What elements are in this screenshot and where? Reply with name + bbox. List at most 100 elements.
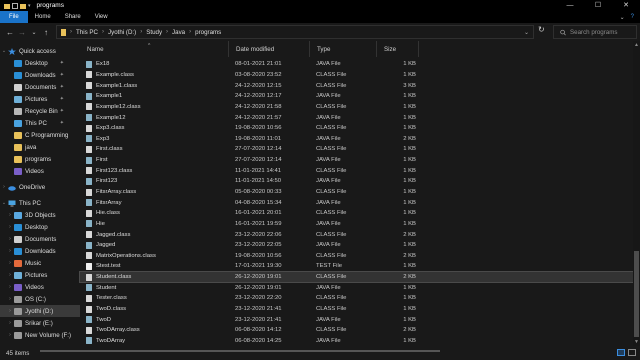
table-row[interactable]: First123 11-01-2021 14:50 JAVA File 1 KB [80,176,640,187]
chevron-right-icon[interactable]: › [102,29,104,35]
table-row[interactable]: Student 26-12-2020 19:01 JAVA File 1 KB [80,282,640,293]
table-row[interactable]: Example12 24-12-2020 21:57 JAVA File 1 KB [80,112,640,123]
breadcrumb-programs[interactable]: programs [195,29,221,36]
chevron-right-icon[interactable]: › [6,260,14,266]
chevron-right-icon[interactable]: › [6,284,14,290]
chevron-down-icon[interactable]: ⌄ [0,48,8,54]
file-name-cell[interactable]: FitsrArray [80,199,229,207]
file-name-cell[interactable]: First.class [80,145,229,153]
file-name-cell[interactable]: Hie [80,220,229,228]
chevron-right-icon[interactable]: › [6,248,14,254]
table-row[interactable]: Student.class 26-12-2020 19:01 CLASS File 2… [79,270,640,284]
recent-locations-button[interactable]: ⌄ [28,29,40,36]
sidebar-qa-item-4[interactable]: Recycle Bin ✦ [0,105,80,117]
table-row[interactable]: TwoD.class 23-12-2020 21:41 CLASS File 1 KB [80,304,640,315]
breadcrumb-this-pc[interactable]: This PC [76,29,98,36]
sidebar-quick-access[interactable]: ⌄ Quick access [0,45,80,57]
table-row[interactable]: Example1 24-12-2020 12:17 JAVA File 1 KB [80,91,640,102]
table-row[interactable]: Jagged 23-12-2020 22:05 JAVA File 1 KB [80,240,640,251]
help-icon[interactable]: ? [631,14,634,20]
sidebar-pc-item-8[interactable]: › Jyothi (D:) [0,305,80,317]
tab-view[interactable]: View [88,11,115,23]
table-row[interactable]: TwoD 23-12-2020 21:41 JAVA File 1 KB [80,314,640,325]
sidebar-qa-item-7[interactable]: java [0,141,80,153]
refresh-button[interactable]: ↻ [538,25,545,34]
chevron-right-icon[interactable]: › [166,29,168,35]
scroll-up-icon[interactable]: ▲ [633,41,640,49]
tab-home[interactable]: Home [28,11,58,23]
chevron-right-icon[interactable]: › [6,236,14,242]
column-header-date[interactable]: Date modified [229,41,310,57]
chevron-right-icon[interactable]: › [6,296,14,302]
sidebar-onedrive[interactable]: › OneDrive [0,181,80,193]
sidebar-pc-item-2[interactable]: › Documents [0,233,80,245]
sidebar-pc-item-3[interactable]: › Downloads [0,245,80,257]
file-name-cell[interactable]: Exp3.class [80,124,229,132]
table-row[interactable]: Hie 16-01-2021 19:59 JAVA File 1 KB [80,219,640,230]
vertical-scrollbar[interactable]: ▲ ▼ [633,41,640,346]
table-row[interactable]: FitsrArray 04-08-2020 15:34 JAVA File 1 KB [80,197,640,208]
search-input[interactable] [570,28,636,36]
sidebar-pc-item-0[interactable]: › 3D Objects [0,209,80,221]
table-row[interactable]: First123.class 11-01-2021 14:41 CLASS File… [80,165,640,176]
chevron-right-icon[interactable]: › [140,29,142,35]
back-button[interactable]: ← [4,28,16,37]
file-name-cell[interactable]: Exp3 [80,135,229,143]
sidebar-pc-item-9[interactable]: › Srikar (E:) [0,317,80,329]
sidebar-pc-item-6[interactable]: › Videos [0,281,80,293]
file-name-cell[interactable]: Example12.class [80,103,229,111]
sidebar-qa-item-2[interactable]: Documents ✦ [0,81,80,93]
file-name-cell[interactable]: First [80,156,229,164]
chevron-down-icon[interactable]: ⌄ [0,200,8,206]
address-dropdown-icon[interactable]: ⌄ [524,29,529,36]
chevron-right-icon[interactable]: › [6,224,14,230]
file-name-cell[interactable]: Example12 [80,114,229,122]
table-row[interactable]: First.class 27-07-2020 12:14 CLASS File 1 K… [80,144,640,155]
file-name-cell[interactable]: TwoDArray.class [80,326,229,334]
table-row[interactable]: TwoDArray 06-08-2020 14:25 JAVA File 1 KB [80,336,640,347]
scroll-down-icon[interactable]: ▼ [633,338,640,346]
column-header-size[interactable]: Size [377,41,419,57]
sidebar-qa-item-9[interactable]: Videos [0,165,80,177]
table-row[interactable]: TwoDArray.class 06-08-2020 14:12 CLASS Fil… [80,325,640,336]
forward-button[interactable]: → [16,28,28,37]
properties-icon[interactable] [12,2,18,9]
table-row[interactable]: Tester.class 23-12-2020 22:20 CLASS File 1 … [80,293,640,304]
file-name-cell[interactable]: First123 [80,177,229,185]
chevron-right-icon[interactable]: › [0,184,8,190]
up-button[interactable]: ↑ [40,28,52,37]
file-name-cell[interactable]: TwoDArray [80,337,229,345]
chevron-right-icon[interactable]: › [189,29,191,35]
details-view-button[interactable] [617,349,625,356]
file-name-cell[interactable]: Student [80,284,229,292]
file-name-cell[interactable]: Example1 [80,92,229,100]
table-row[interactable]: MatrixOperations.class 19-08-2020 10:56 CL… [80,251,640,262]
table-row[interactable]: Example1.class 24-12-2020 12:15 CLASS File… [80,80,640,91]
file-name-cell[interactable]: Tester.class [80,294,229,302]
chevron-right-icon[interactable]: › [70,29,72,35]
file-name-cell[interactable]: Example1.class [80,82,229,90]
column-header-type[interactable]: Type [310,41,377,57]
sidebar-pc-item-7[interactable]: › OS (C:) [0,293,80,305]
chevron-right-icon[interactable]: › [6,308,14,314]
file-name-cell[interactable]: TwoD.class [80,305,229,313]
chevron-right-icon[interactable]: › [6,320,14,326]
minimize-button[interactable]: — [556,0,584,11]
sidebar-pc-item-4[interactable]: › Music [0,257,80,269]
sidebar-pc-item-10[interactable]: › New Volume (F:) [0,329,80,341]
close-button[interactable]: ✕ [612,0,640,11]
column-header-name[interactable]: ^ Name [80,41,229,57]
sidebar-qa-item-8[interactable]: programs [0,153,80,165]
chevron-right-icon[interactable]: › [6,332,14,338]
table-row[interactable]: Ex18 08-01-2021 21:01 JAVA File 1 KB [80,59,640,70]
breadcrumb-drive[interactable]: Jyothi (D:) [108,29,136,36]
file-name-cell[interactable]: Ex18 [80,60,229,68]
table-row[interactable]: First 27-07-2020 12:14 JAVA File 1 KB [80,155,640,166]
file-name-cell[interactable]: Student.class [80,273,229,281]
file-name-cell[interactable]: Hie.class [80,209,229,217]
table-row[interactable]: Example12.class 24-12-2020 21:58 CLASS Fil… [80,102,640,113]
file-name-cell[interactable]: MatrixOperations.class [80,252,229,260]
search-box[interactable] [553,25,637,39]
file-name-cell[interactable]: First123.class [80,167,229,175]
table-row[interactable]: Hie.class 16-01-2021 20:01 CLASS File 1 KB [80,208,640,219]
